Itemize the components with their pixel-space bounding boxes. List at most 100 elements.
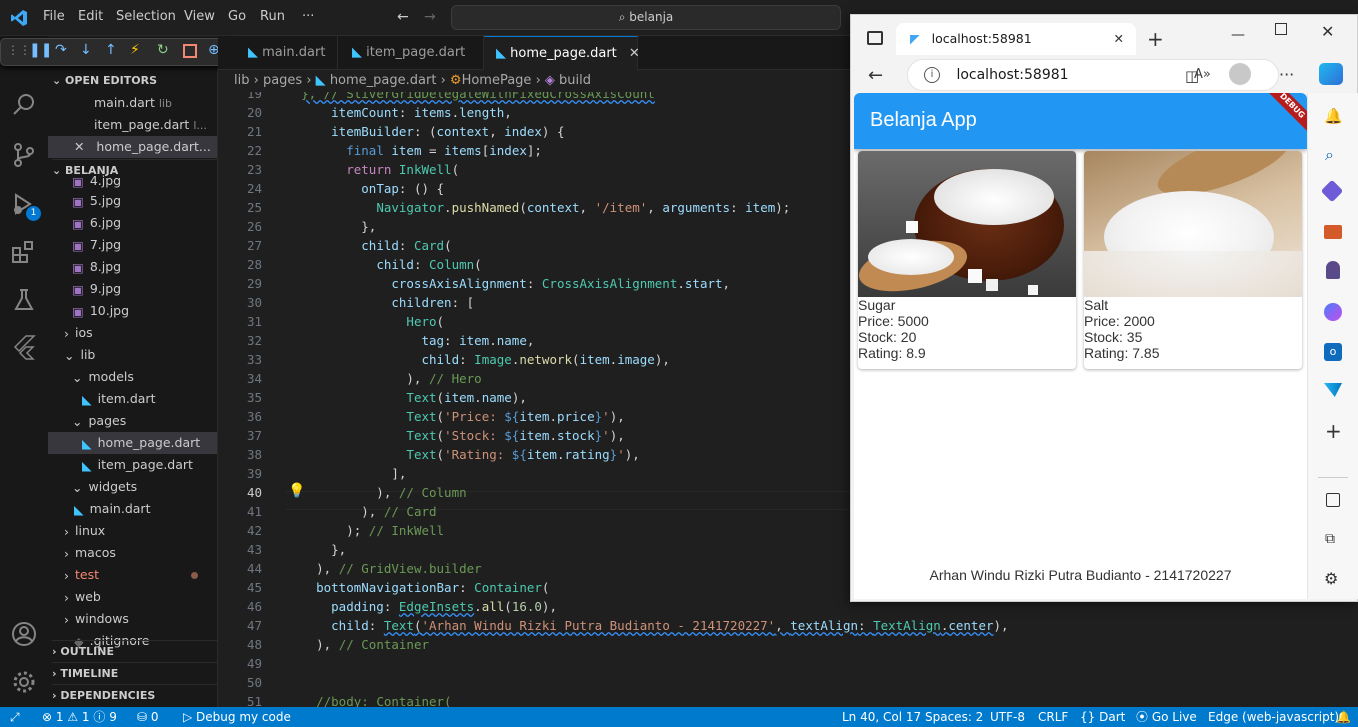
- more-icon[interactable]: ···: [1279, 65, 1294, 84]
- open-editors-header[interactable]: ⌄ OPEN EDITORS: [52, 70, 157, 92]
- tree-item[interactable]: ◣ main.dart: [48, 498, 217, 520]
- tools-icon[interactable]: [1324, 225, 1342, 239]
- flutter-icon[interactable]: [10, 333, 38, 361]
- maximize-icon[interactable]: [1275, 23, 1287, 35]
- line-ending[interactable]: CRLF: [1038, 707, 1068, 727]
- close-tab-icon[interactable]: ✕: [1114, 23, 1124, 55]
- cursor-position[interactable]: Ln 40, Col 17: [842, 707, 921, 727]
- step-into-icon[interactable]: ↓: [80, 42, 92, 58]
- menu-view[interactable]: View: [184, 9, 215, 24]
- search-icon[interactable]: ⌕: [1325, 145, 1334, 165]
- breadcrumb-pages[interactable]: pages: [263, 73, 302, 88]
- command-center[interactable]: ⌕ belanja: [451, 5, 841, 30]
- copilot-icon[interactable]: [1319, 63, 1343, 85]
- device-selector[interactable]: Edge (web-javascript): [1208, 707, 1339, 727]
- sidebar-toggle-icon[interactable]: [1326, 493, 1340, 507]
- menu-file[interactable]: File: [43, 9, 65, 24]
- tree-item[interactable]: ◣ item.dart: [48, 388, 217, 410]
- tree-item[interactable]: ▣ 10.jpg: [48, 300, 217, 322]
- tree-item[interactable]: › windows: [48, 608, 217, 630]
- back-arrow-icon[interactable]: ←: [397, 9, 409, 25]
- tree-item[interactable]: ▣ 9.jpg: [48, 278, 217, 300]
- info-icon[interactable]: i: [924, 67, 940, 83]
- hot-reload-icon[interactable]: ⚡: [130, 42, 140, 58]
- testing-icon[interactable]: [10, 286, 38, 314]
- forward-arrow-icon[interactable]: →: [424, 9, 436, 25]
- dependencies-header[interactable]: › DEPENDENCIES: [52, 684, 217, 706]
- open-editor-main[interactable]: main.dart lib: [48, 92, 217, 114]
- tag-icon[interactable]: [1320, 179, 1344, 203]
- run-debug-icon[interactable]: 1: [10, 191, 41, 221]
- breadcrumb-method[interactable]: build: [559, 73, 591, 88]
- language-mode[interactable]: {} Dart: [1080, 707, 1125, 727]
- close-icon[interactable]: ✕: [74, 139, 84, 154]
- tab-home-page-dart[interactable]: ◣ home_page.dart ✕: [484, 36, 640, 70]
- tree-item[interactable]: › linux: [48, 520, 217, 542]
- pause-icon[interactable]: ❚❚: [29, 42, 52, 58]
- menu-more[interactable]: ···: [302, 9, 314, 24]
- settings-gear-icon[interactable]: [10, 668, 38, 696]
- breadcrumb-file[interactable]: home_page.dart: [330, 73, 437, 88]
- tree-item[interactable]: › web: [48, 586, 217, 608]
- tree-item[interactable]: ⌄ models: [48, 366, 217, 388]
- tree-item[interactable]: ▣ 7.jpg: [48, 234, 217, 256]
- new-tab-icon[interactable]: +: [1147, 27, 1164, 51]
- tab-item-page-dart[interactable]: ◣ item_page.dart: [338, 36, 484, 70]
- bell-icon[interactable]: 🔔: [1324, 107, 1343, 125]
- open-editor-item-page[interactable]: item_page.dart l...: [48, 114, 217, 136]
- encoding[interactable]: UTF-8: [990, 707, 1025, 727]
- step-out-icon[interactable]: ↑: [105, 42, 117, 58]
- external-link-icon[interactable]: ⧉: [1325, 531, 1335, 547]
- menu-selection[interactable]: Selection: [116, 9, 176, 24]
- profile-avatar[interactable]: [1229, 63, 1251, 85]
- outline-header[interactable]: › OUTLINE: [52, 640, 217, 662]
- account-icon[interactable]: [10, 620, 38, 648]
- tree-item[interactable]: ▣ 4.jpg: [48, 170, 217, 192]
- go-live[interactable]: ⦿ Go Live: [1136, 707, 1197, 727]
- item-card-sugar[interactable]: Sugar Price: 5000 Stock: 20 Rating: 8.9: [858, 151, 1076, 369]
- drag-handle-icon[interactable]: ⋮⋮: [7, 43, 31, 57]
- menu-go[interactable]: Go: [228, 9, 246, 24]
- settings-gear-icon[interactable]: ⚙: [1324, 569, 1338, 588]
- notifications-bell-icon[interactable]: 🔔: [1336, 707, 1351, 727]
- search-icon[interactable]: [10, 91, 38, 119]
- tree-item[interactable]: › macos: [48, 542, 217, 564]
- ports-indicator[interactable]: ⛁ 0: [137, 707, 159, 727]
- close-window-icon[interactable]: ✕: [1321, 22, 1334, 41]
- tree-item[interactable]: ◣ home_page.dart: [48, 432, 217, 454]
- problems-indicator[interactable]: ⊗ 1 ⚠ 1 ⓘ 9: [42, 707, 117, 727]
- stop-icon[interactable]: [183, 44, 197, 58]
- tree-item[interactable]: ▣ 6.jpg: [48, 212, 217, 234]
- debug-indicator[interactable]: ▷ Debug my code: [183, 707, 291, 727]
- outlook-icon[interactable]: o: [1324, 343, 1342, 361]
- send-icon[interactable]: [1324, 383, 1342, 397]
- indent-setting[interactable]: Spaces: 2: [925, 707, 983, 727]
- tree-item[interactable]: › ios: [48, 322, 217, 344]
- extensions-icon[interactable]: [10, 239, 38, 267]
- tree-item[interactable]: ⌄ pages: [48, 410, 217, 432]
- breadcrumb-lib[interactable]: lib: [234, 73, 249, 88]
- tree-item[interactable]: ⌄ lib: [48, 344, 217, 366]
- menu-run[interactable]: Run: [260, 9, 285, 24]
- back-icon[interactable]: ←: [868, 65, 883, 86]
- tree-item[interactable]: ⌄ widgets: [48, 476, 217, 498]
- minimize-icon[interactable]: —: [1231, 27, 1245, 43]
- restart-icon[interactable]: ↻: [157, 42, 169, 58]
- step-over-icon[interactable]: ↷: [55, 42, 67, 58]
- tree-item[interactable]: ▣ 8.jpg: [48, 256, 217, 278]
- tab-actions-icon[interactable]: [867, 31, 883, 45]
- tab-main-dart[interactable]: ◣ main.dart: [232, 36, 338, 70]
- tree-item[interactable]: › test: [48, 564, 217, 586]
- breadcrumb-class[interactable]: HomePage: [462, 73, 532, 88]
- item-card-salt[interactable]: Salt Price: 2000 Stock: 35 Rating: 7.85: [1084, 151, 1302, 369]
- close-tab-icon[interactable]: ✕: [629, 46, 640, 61]
- address-bar[interactable]: i localhost:58981 A» ☆: [907, 59, 1279, 91]
- browser-tab[interactable]: ◤ localhost:58981 ✕: [896, 23, 1136, 55]
- source-control-icon[interactable]: [10, 141, 38, 169]
- copilot-app-icon[interactable]: [1324, 303, 1342, 321]
- remote-icon[interactable]: ⤢: [10, 707, 20, 727]
- split-screen-icon[interactable]: ◫: [1185, 67, 1199, 85]
- open-editor-home-page[interactable]: ✕ home_page.dart...: [48, 136, 217, 158]
- menu-edit[interactable]: Edit: [78, 9, 103, 24]
- games-icon[interactable]: [1326, 261, 1340, 279]
